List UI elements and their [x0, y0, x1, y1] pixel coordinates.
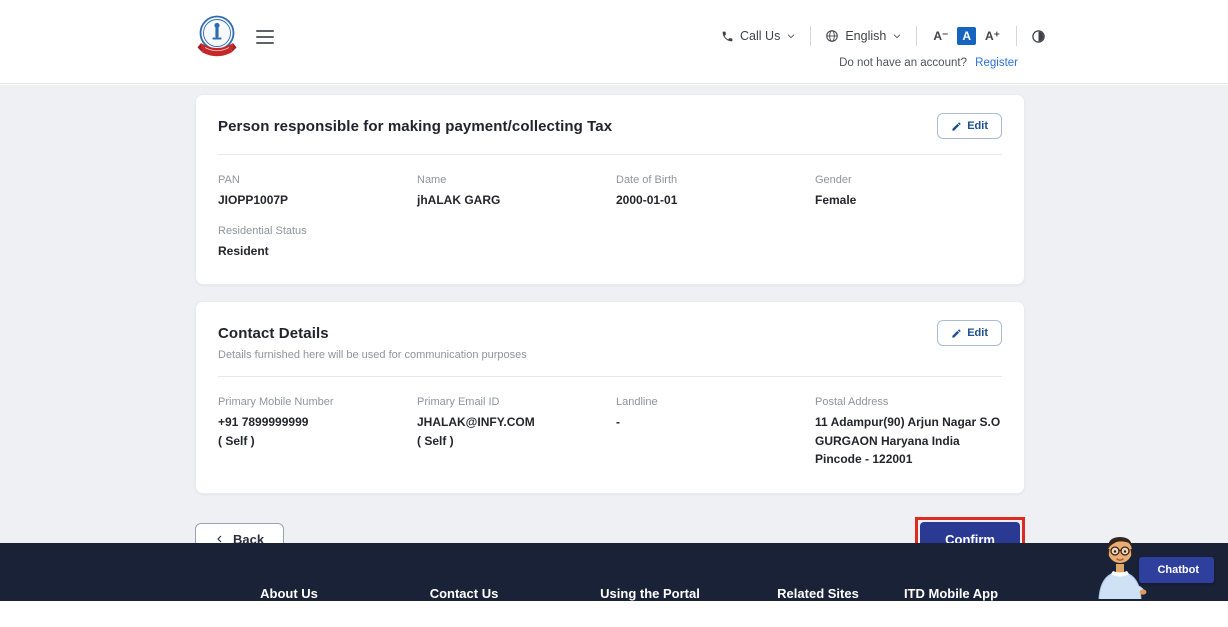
field-label: Primary Mobile Number: [218, 396, 405, 408]
edit-pencil-icon: [951, 328, 962, 339]
income-tax-emblem-icon: [196, 14, 238, 60]
header-controls: Call Us English A⁻ A: [721, 26, 1046, 46]
field-label: Landline: [616, 396, 803, 408]
font-decrease-button[interactable]: A⁻: [931, 28, 950, 44]
header-divider: [810, 26, 811, 46]
header-divider: [916, 26, 917, 46]
language-label: English: [845, 29, 886, 43]
phone-icon: [721, 30, 734, 43]
chatbot-button[interactable]: Chatbot: [1139, 557, 1214, 583]
field-value-line: GURGAON Haryana India: [815, 432, 1002, 451]
register-row: Do not have an account? Register: [839, 57, 1018, 69]
footer-link-about-us[interactable]: About Us: [260, 586, 318, 601]
field-value: Resident: [218, 242, 405, 261]
hamburger-menu-icon[interactable]: [256, 28, 274, 46]
field-primary-email: Primary Email ID JHALAK@INFY.COM ( Self …: [417, 396, 604, 469]
field-postal-address: Postal Address 11 Adampur(90) Arjun Naga…: [815, 396, 1002, 469]
field-name: Name jhALAK GARG: [417, 174, 604, 210]
field-value-line: 11 Adampur(90) Arjun Nagar S.O: [815, 413, 1002, 432]
font-normal-button[interactable]: A: [957, 27, 976, 45]
field-value-line: JHALAK@INFY.COM: [417, 413, 604, 432]
footer-link-related-sites[interactable]: Related Sites: [777, 586, 859, 601]
field-landline: Landline -: [616, 396, 803, 469]
font-size-controls: A⁻ A A⁺: [931, 27, 1002, 45]
chevron-down-icon: [786, 31, 796, 41]
chatbot-widget[interactable]: Chatbot: [1091, 533, 1214, 599]
field-value: 11 Adampur(90) Arjun Nagar S.O GURGAON H…: [815, 413, 1002, 469]
edit-label: Edit: [967, 120, 988, 132]
font-increase-button[interactable]: A⁺: [983, 28, 1002, 44]
card-divider: [218, 154, 1002, 155]
content-area: Person responsible for making payment/co…: [0, 85, 1228, 543]
contact-card-head: Contact Details Details furnished here w…: [218, 320, 1002, 361]
chatbot-avatar: [1091, 533, 1149, 599]
field-value: +91 7899999999 ( Self ): [218, 413, 405, 450]
income-tax-dept-logo[interactable]: [196, 14, 238, 60]
field-value-line: Pincode - 122001: [815, 450, 1002, 469]
chevron-down-icon: [892, 31, 902, 41]
field-value-line: ( Self ): [417, 432, 604, 451]
field-label: Primary Email ID: [417, 396, 604, 408]
form-container: Person responsible for making payment/co…: [195, 94, 1025, 562]
field-label: Residential Status: [218, 225, 405, 237]
field-value-line: -: [616, 413, 803, 432]
footer-link-itd-mobile-app[interactable]: ITD Mobile App: [904, 586, 998, 601]
contact-card-subtitle: Details furnished here will be used for …: [218, 349, 527, 361]
contrast-toggle[interactable]: [1031, 29, 1046, 44]
field-date-of-birth: Date of Birth 2000-01-01: [616, 174, 803, 210]
globe-icon: [825, 29, 839, 43]
field-label: PAN: [218, 174, 405, 186]
field-value: -: [616, 413, 803, 432]
field-label: Name: [417, 174, 604, 186]
field-gender: Gender Female: [815, 174, 1002, 210]
field-value: Female: [815, 191, 1002, 210]
person-details-card: Person responsible for making payment/co…: [195, 94, 1025, 285]
card-divider: [218, 376, 1002, 377]
footer: About Us Contact Us Using the Portal Rel…: [0, 543, 1228, 601]
field-value: JHALAK@INFY.COM ( Self ): [417, 413, 604, 450]
field-value: jhALAK GARG: [417, 191, 604, 210]
field-label: Postal Address: [815, 396, 1002, 408]
person-card-head: Person responsible for making payment/co…: [218, 113, 1002, 139]
footer-link-using-the-portal[interactable]: Using the Portal: [600, 586, 700, 601]
field-value: JIOPP1007P: [218, 191, 405, 210]
header-divider: [1016, 26, 1017, 46]
call-us-menu[interactable]: Call Us: [721, 29, 796, 43]
contact-details-card: Contact Details Details furnished here w…: [195, 301, 1025, 494]
footer-link-contact-us[interactable]: Contact Us: [430, 586, 499, 601]
call-us-label: Call Us: [740, 29, 780, 43]
register-link[interactable]: Register: [975, 57, 1018, 69]
field-pan: PAN JIOPP1007P: [218, 174, 405, 210]
person-fields-row-1: PAN JIOPP1007P Name jhALAK GARG Date of …: [218, 174, 1002, 210]
top-header: Call Us English A⁻ A: [0, 0, 1228, 84]
account-prompt: Do not have an account?: [839, 57, 967, 69]
header-left: [196, 14, 274, 60]
field-primary-mobile: Primary Mobile Number +91 7899999999 ( S…: [218, 396, 405, 469]
edit-pencil-icon: [951, 121, 962, 132]
contact-card-title: Contact Details: [218, 325, 527, 342]
person-edit-button[interactable]: Edit: [937, 113, 1002, 139]
field-value-line: +91 7899999999: [218, 413, 405, 432]
contact-card-titles: Contact Details Details furnished here w…: [218, 320, 527, 361]
person-fields-row-2: Residential Status Resident: [218, 225, 1002, 261]
field-label: Gender: [815, 174, 1002, 186]
field-residential-status: Residential Status Resident: [218, 225, 405, 261]
field-label: Date of Birth: [616, 174, 803, 186]
page: Call Us English A⁻ A: [0, 0, 1228, 627]
contact-fields-row: Primary Mobile Number +91 7899999999 ( S…: [218, 396, 1002, 469]
contrast-icon: [1031, 29, 1046, 44]
field-value-line: ( Self ): [218, 432, 405, 451]
language-menu[interactable]: English: [825, 29, 902, 43]
contact-edit-button[interactable]: Edit: [937, 320, 1002, 346]
person-card-title: Person responsible for making payment/co…: [218, 118, 612, 135]
field-value: 2000-01-01: [616, 191, 803, 210]
edit-label: Edit: [967, 327, 988, 339]
